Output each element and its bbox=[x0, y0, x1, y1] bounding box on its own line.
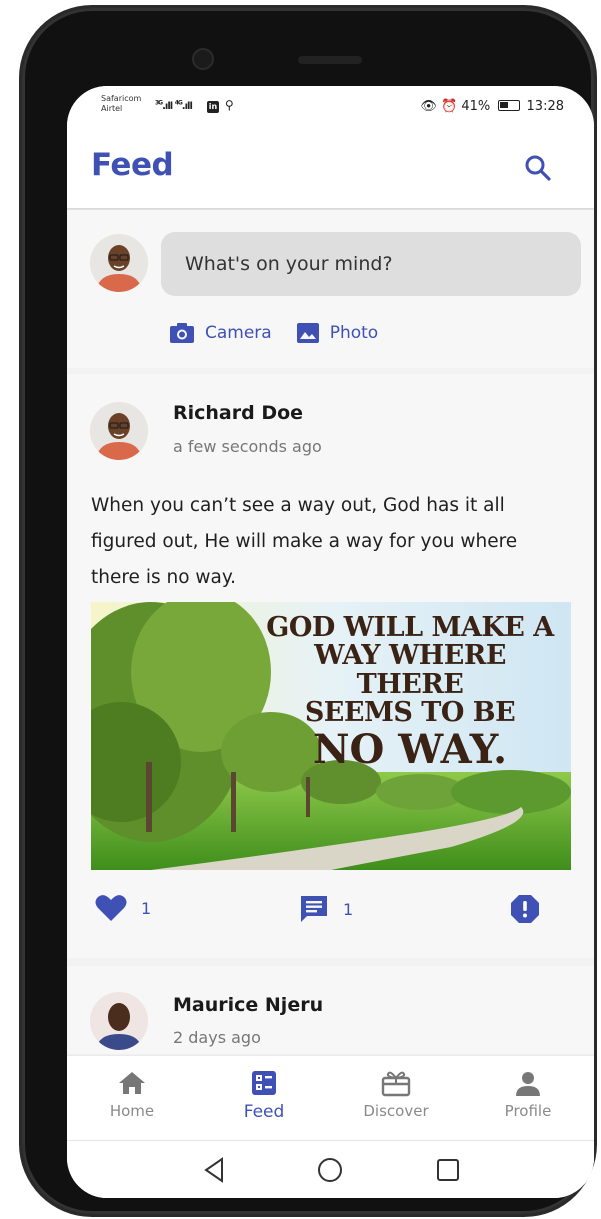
carrier-1: Safaricom bbox=[101, 94, 142, 103]
eye-icon: 👁 bbox=[420, 99, 437, 114]
carrier-2: Airtel bbox=[101, 104, 123, 113]
photo-button[interactable]: Photo bbox=[296, 322, 379, 344]
media-buttons: Camera Photo bbox=[169, 322, 378, 344]
author-avatar[interactable] bbox=[90, 402, 148, 460]
bottom-navigation: Home Feed Discover Profile bbox=[67, 1056, 594, 1140]
image-text-line3: SEEMS TO BE bbox=[304, 697, 516, 729]
nav-profile[interactable]: Profile bbox=[473, 1068, 583, 1120]
location-icon: ⚲ bbox=[224, 98, 234, 112]
author-name[interactable]: Richard Doe bbox=[173, 402, 303, 424]
post-composer: What's on your mind? Camera Photo bbox=[67, 210, 594, 368]
battery-icon bbox=[498, 100, 521, 111]
like-button[interactable]: 1 bbox=[95, 894, 151, 922]
app-bar: Feed bbox=[67, 130, 594, 208]
nav-feed[interactable]: Feed bbox=[209, 1068, 319, 1122]
like-count: 1 bbox=[141, 898, 152, 918]
author-avatar[interactable] bbox=[90, 992, 148, 1050]
camera-button[interactable]: Camera bbox=[169, 322, 272, 344]
comment-button[interactable]: 1 bbox=[299, 894, 353, 924]
carrier-names: Safaricom Airtel bbox=[101, 94, 141, 114]
whats-on-your-mind-input[interactable]: What's on your mind? bbox=[161, 232, 581, 296]
heart-icon bbox=[95, 895, 127, 921]
post-actions: 1 1 bbox=[67, 894, 594, 938]
image-text-line2: WAY WHERE THERE bbox=[314, 640, 506, 700]
post-image[interactable]: GOD WILL MAKE A WAY WHERE THERE SEEMS TO… bbox=[91, 602, 571, 870]
status-right: 👁 ⏰ 41% 13:28 bbox=[420, 99, 564, 114]
avatar[interactable] bbox=[90, 234, 148, 292]
battery-percent: 41% bbox=[461, 99, 491, 114]
alarm-icon: ⏰ bbox=[441, 99, 458, 114]
notification-icons: in ⚲ bbox=[207, 98, 234, 113]
recents-button[interactable] bbox=[433, 1155, 463, 1185]
image-text-line1: GOD WILL MAKE A bbox=[266, 612, 554, 643]
screen: Safaricom Airtel 3G.ıll 4G.ıll in ⚲ 👁 ⏰ … bbox=[67, 86, 594, 1198]
report-button[interactable] bbox=[510, 894, 540, 924]
signal-icons: 3G.ıll 4G.ıll bbox=[155, 100, 193, 113]
nav-home[interactable]: Home bbox=[77, 1068, 187, 1120]
network-type-1: 3G bbox=[155, 100, 163, 107]
author-name[interactable]: Maurice Njeru bbox=[173, 994, 323, 1016]
search-icon bbox=[525, 155, 551, 181]
gift-icon bbox=[381, 1071, 411, 1097]
post-time: 2 days ago bbox=[173, 1028, 261, 1047]
comment-icon bbox=[301, 896, 327, 922]
signal-icon-2: 4G.ıll bbox=[174, 100, 193, 113]
nav-profile-label: Profile bbox=[504, 1102, 552, 1120]
search-button[interactable] bbox=[522, 152, 554, 184]
home-circle-icon bbox=[318, 1158, 342, 1182]
nav-discover-label: Discover bbox=[363, 1102, 429, 1120]
phone-frame: Safaricom Airtel 3G.ıll 4G.ıll in ⚲ 👁 ⏰ … bbox=[22, 8, 594, 1214]
camera-icon bbox=[170, 323, 194, 343]
person-icon bbox=[516, 1072, 540, 1096]
post-time: a few seconds ago bbox=[173, 437, 322, 456]
feed-icon bbox=[252, 1071, 276, 1095]
post-text: When you can’t see a way out, God has it… bbox=[91, 495, 518, 588]
signal-icon-1: 3G.ıll bbox=[155, 100, 173, 113]
nav-feed-label: Feed bbox=[243, 1102, 285, 1122]
back-triangle-icon bbox=[204, 1157, 223, 1183]
camera-label: Camera bbox=[205, 323, 272, 343]
clock: 13:28 bbox=[526, 99, 564, 114]
back-button[interactable] bbox=[200, 1155, 230, 1185]
nav-home-label: Home bbox=[109, 1102, 155, 1120]
post-card: Richard Doe a few seconds ago When you c… bbox=[67, 374, 594, 958]
status-bar: Safaricom Airtel 3G.ıll 4G.ıll in ⚲ 👁 ⏰ … bbox=[67, 86, 594, 130]
earpiece-speaker bbox=[298, 56, 362, 64]
front-camera bbox=[192, 48, 214, 70]
linkedin-icon: in bbox=[207, 101, 219, 113]
recents-square-icon bbox=[437, 1159, 459, 1181]
nav-discover[interactable]: Discover bbox=[341, 1068, 451, 1120]
comment-count: 1 bbox=[343, 899, 354, 919]
photo-icon bbox=[296, 323, 319, 343]
image-text-line4: NO WAY. bbox=[312, 726, 508, 774]
home-button[interactable] bbox=[315, 1155, 345, 1185]
home-icon bbox=[119, 1072, 145, 1094]
system-navigation-bar bbox=[67, 1140, 594, 1198]
image-caption: GOD WILL MAKE A WAY WHERE THERE SEEMS TO… bbox=[265, 612, 555, 774]
photo-label: Photo bbox=[329, 323, 379, 343]
report-icon bbox=[511, 895, 539, 923]
page-title: Feed bbox=[91, 147, 174, 183]
network-type-2: 4G bbox=[174, 100, 183, 107]
